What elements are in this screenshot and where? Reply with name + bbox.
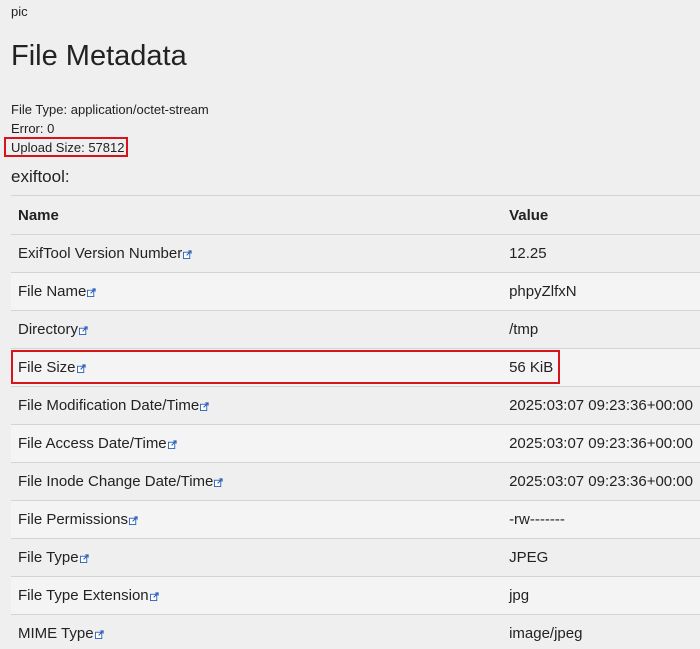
table-row: File Type JPEG: [11, 538, 700, 577]
exiftool-section-title: exiftool:: [11, 167, 70, 186]
column-header-value: Value: [502, 195, 700, 235]
row-name-cell: File Inode Change Date/Time: [11, 462, 503, 501]
external-link-icon[interactable]: [200, 398, 209, 411]
row-value: /tmp: [502, 310, 700, 349]
table-row: File Access Date/Time 2025:03:07 09:23:36…: [11, 424, 700, 463]
exiftool-table: Name Value ExifTool Version Number 12.25 F…: [11, 195, 700, 649]
row-value: 2025:03:07 09:23:36+00:00: [502, 424, 700, 463]
row-name: File Type: [18, 549, 79, 566]
row-name-cell: File Modification Date/Time: [11, 386, 503, 425]
row-name-cell: File Type Extension: [11, 576, 503, 615]
page: pic File Metadata File Type: application…: [0, 0, 700, 649]
table-row: File Size 56 KiB: [11, 348, 700, 387]
row-value: image/jpeg: [502, 614, 700, 649]
column-header-name: Name: [11, 195, 503, 235]
row-value: 2025:03:07 09:23:36+00:00: [502, 386, 700, 425]
row-name: File Modification Date/Time: [18, 397, 200, 414]
row-name-cell: File Name: [11, 272, 503, 311]
table-body: ExifTool Version Number 12.25 File Name php…: [11, 234, 700, 649]
row-value: jpg: [502, 576, 700, 615]
row-name-cell: ExifTool Version Number: [11, 234, 503, 273]
row-name: File Permissions: [18, 511, 129, 528]
table-row: ExifTool Version Number 12.25: [11, 234, 700, 273]
row-value: 12.25: [502, 234, 700, 273]
external-link-icon[interactable]: [183, 246, 192, 259]
external-link-icon[interactable]: [94, 626, 104, 639]
external-link-icon[interactable]: [167, 436, 177, 449]
table-row: Directory/tmp: [11, 310, 700, 349]
row-name: Directory: [18, 321, 79, 338]
row-name: File Type Extension: [18, 587, 149, 604]
page-title: File Metadata: [11, 40, 187, 72]
row-name: MIME Type: [18, 625, 94, 642]
row-name: File Size: [18, 359, 76, 376]
external-link-icon[interactable]: [87, 284, 96, 297]
row-name-cell: File Size: [11, 348, 503, 387]
external-link-icon[interactable]: [79, 322, 88, 335]
table-row: File Modification Date/Time 2025:03:07 09…: [11, 386, 700, 425]
row-name-cell: MIME Type: [11, 614, 503, 649]
table-row: File Inode Change Date/Time 2025:03:07 09…: [11, 462, 700, 501]
table-row: File Type Extension jpg: [11, 576, 700, 615]
row-name-cell: File Type: [11, 538, 503, 577]
table-row: File Name phpyZlfxN: [11, 272, 700, 311]
external-link-icon[interactable]: [79, 550, 89, 563]
external-link-icon[interactable]: [129, 512, 138, 525]
top-label: pic: [11, 4, 28, 19]
table-header-row: Name Value: [11, 195, 700, 235]
row-name: File Inode Change Date/Time: [18, 473, 214, 490]
row-name: File Name: [18, 283, 87, 300]
upload-size-highlight: [4, 137, 128, 157]
row-name-cell: File Permissions: [11, 500, 503, 539]
row-name: ExifTool Version Number: [18, 245, 183, 262]
row-name-cell: Directory: [11, 310, 503, 349]
row-value: phpyZlfxN: [502, 272, 700, 311]
meta-error: Error: 0: [11, 121, 55, 136]
meta-file-type: File Type: application/octet-stream: [11, 102, 209, 117]
row-name-cell: File Access Date/Time: [11, 424, 503, 463]
external-link-icon[interactable]: [76, 360, 86, 373]
row-value: -rw-------: [502, 500, 700, 539]
row-name: File Access Date/Time: [18, 435, 167, 452]
row-value: 2025:03:07 09:23:36+00:00: [502, 462, 700, 501]
row-value: 56 KiB: [502, 348, 700, 387]
external-link-icon[interactable]: [214, 474, 224, 487]
table-row: File Permissions -rw-------: [11, 500, 700, 539]
external-link-icon[interactable]: [149, 588, 159, 601]
table-row: MIME Type image/jpeg: [11, 614, 700, 649]
row-value: JPEG: [502, 538, 700, 577]
